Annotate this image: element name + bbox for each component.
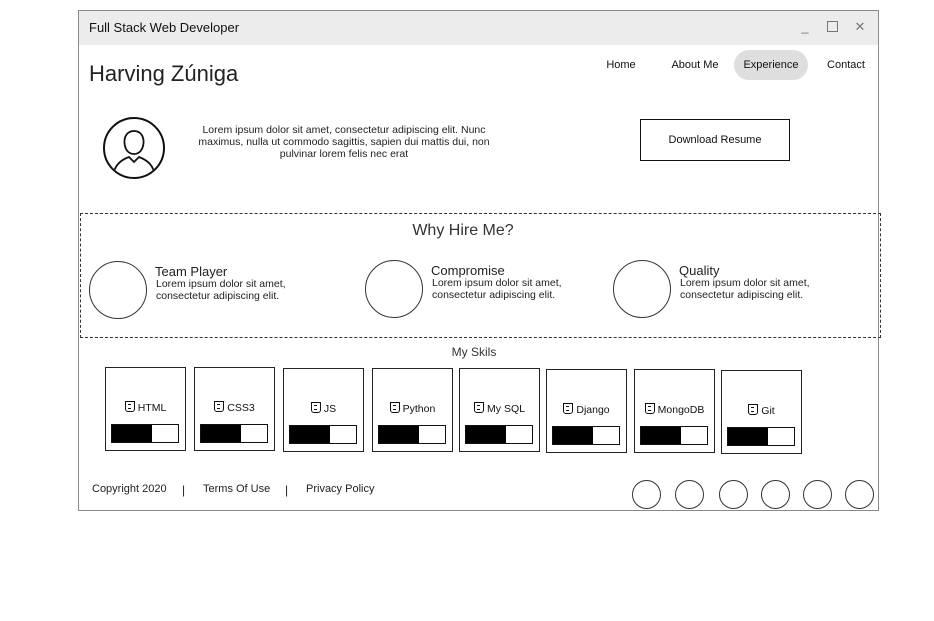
skill-name: MongoDB bbox=[657, 404, 705, 416]
skill-card-html: HTML bbox=[105, 367, 186, 451]
skill-card-django: Django bbox=[546, 369, 627, 453]
skill-card-mongodb: MongoDB bbox=[634, 369, 715, 453]
feature-desc: Lorem ipsum dolor sit amet, consectetur … bbox=[680, 277, 810, 301]
skill-card-git: Git bbox=[721, 370, 802, 454]
feature-icon bbox=[89, 261, 147, 319]
skill-level-bar bbox=[378, 425, 446, 444]
skill-name: HTML bbox=[137, 402, 167, 414]
nav-experience[interactable]: Experience bbox=[734, 50, 808, 80]
skill-level-bar bbox=[552, 426, 620, 445]
html5-icon bbox=[214, 401, 225, 412]
html5-icon bbox=[389, 402, 400, 413]
close-icon[interactable]: ✕ bbox=[852, 19, 868, 35]
minimize-icon[interactable]: _ bbox=[797, 19, 813, 35]
user-icon bbox=[103, 117, 165, 179]
footer-separator: | bbox=[182, 483, 186, 497]
html5-icon bbox=[124, 401, 135, 412]
html5-icon bbox=[748, 404, 759, 415]
social-icon[interactable] bbox=[803, 480, 832, 509]
social-icon[interactable] bbox=[761, 480, 790, 509]
skill-level-fill bbox=[641, 427, 681, 444]
title-bar: Full Stack Web Developer _ ✕ bbox=[79, 11, 878, 45]
skills-title: My Skils bbox=[451, 345, 497, 359]
skill-level-fill bbox=[379, 426, 419, 443]
skill-level-fill bbox=[466, 426, 506, 443]
footer-separator: | bbox=[285, 483, 289, 497]
skill-level-fill bbox=[728, 428, 768, 445]
feature-title: Compromise bbox=[431, 263, 505, 278]
skill-name: My SQL bbox=[487, 403, 525, 415]
section-title: Why Hire Me? bbox=[412, 222, 514, 239]
skill-name: Python bbox=[402, 403, 436, 415]
nav-about-me[interactable]: About Me bbox=[665, 50, 725, 80]
feature-title: Quality bbox=[679, 263, 720, 278]
intro-text: Lorem ipsum dolor sit amet, consectetur … bbox=[198, 124, 490, 160]
skill-name: CSS3 bbox=[227, 402, 255, 414]
skill-name: Git bbox=[761, 405, 775, 417]
skill-level-bar bbox=[640, 426, 708, 445]
feature-icon bbox=[613, 260, 671, 318]
social-icon[interactable] bbox=[845, 480, 874, 509]
browser-window: Full Stack Web Developer _ ✕ Harving Zún… bbox=[78, 10, 881, 511]
nav-contact[interactable]: Contact bbox=[817, 50, 875, 80]
social-icon[interactable] bbox=[719, 480, 748, 509]
nav-home[interactable]: Home bbox=[597, 50, 645, 80]
skill-card-mysql: My SQL bbox=[459, 368, 540, 452]
html5-icon bbox=[644, 403, 655, 414]
skill-level-fill bbox=[553, 427, 593, 444]
page-title: Harving Zúniga bbox=[89, 61, 239, 86]
html5-icon bbox=[563, 403, 574, 414]
feature-desc: Lorem ipsum dolor sit amet, consectetur … bbox=[432, 277, 562, 301]
skill-level-bar bbox=[465, 425, 533, 444]
skill-level-fill bbox=[112, 425, 152, 442]
skill-card-js: JS bbox=[283, 368, 364, 452]
skill-level-fill bbox=[290, 426, 330, 443]
skill-level-fill bbox=[201, 425, 241, 442]
terms-of-use-link[interactable]: Terms Of Use bbox=[203, 483, 270, 495]
skill-card-python: Python bbox=[372, 368, 453, 452]
skill-level-bar bbox=[111, 424, 179, 443]
feature-icon bbox=[365, 260, 423, 318]
skill-level-bar bbox=[289, 425, 357, 444]
skill-card-css3: CSS3 bbox=[194, 367, 275, 451]
skill-level-bar bbox=[727, 427, 795, 446]
skill-name: Django bbox=[576, 404, 610, 416]
privacy-policy-link[interactable]: Privacy Policy bbox=[306, 483, 374, 495]
html5-icon bbox=[310, 402, 321, 413]
window-title: Full Stack Web Developer bbox=[89, 20, 240, 35]
why-hire-me-section: Why Hire Me? Team Player Lorem ipsum dol… bbox=[80, 213, 881, 338]
feature-desc: Lorem ipsum dolor sit amet, consectetur … bbox=[156, 278, 286, 302]
copyright-text: Copyright 2020 bbox=[92, 483, 167, 495]
maximize-icon[interactable] bbox=[824, 19, 840, 35]
download-resume-button[interactable]: Download Resume bbox=[640, 119, 790, 161]
feature-title: Team Player bbox=[155, 264, 228, 279]
skill-level-bar bbox=[200, 424, 268, 443]
html5-icon bbox=[474, 402, 485, 413]
skill-name: JS bbox=[323, 403, 337, 415]
social-icon[interactable] bbox=[632, 480, 661, 509]
social-icon[interactable] bbox=[675, 480, 704, 509]
